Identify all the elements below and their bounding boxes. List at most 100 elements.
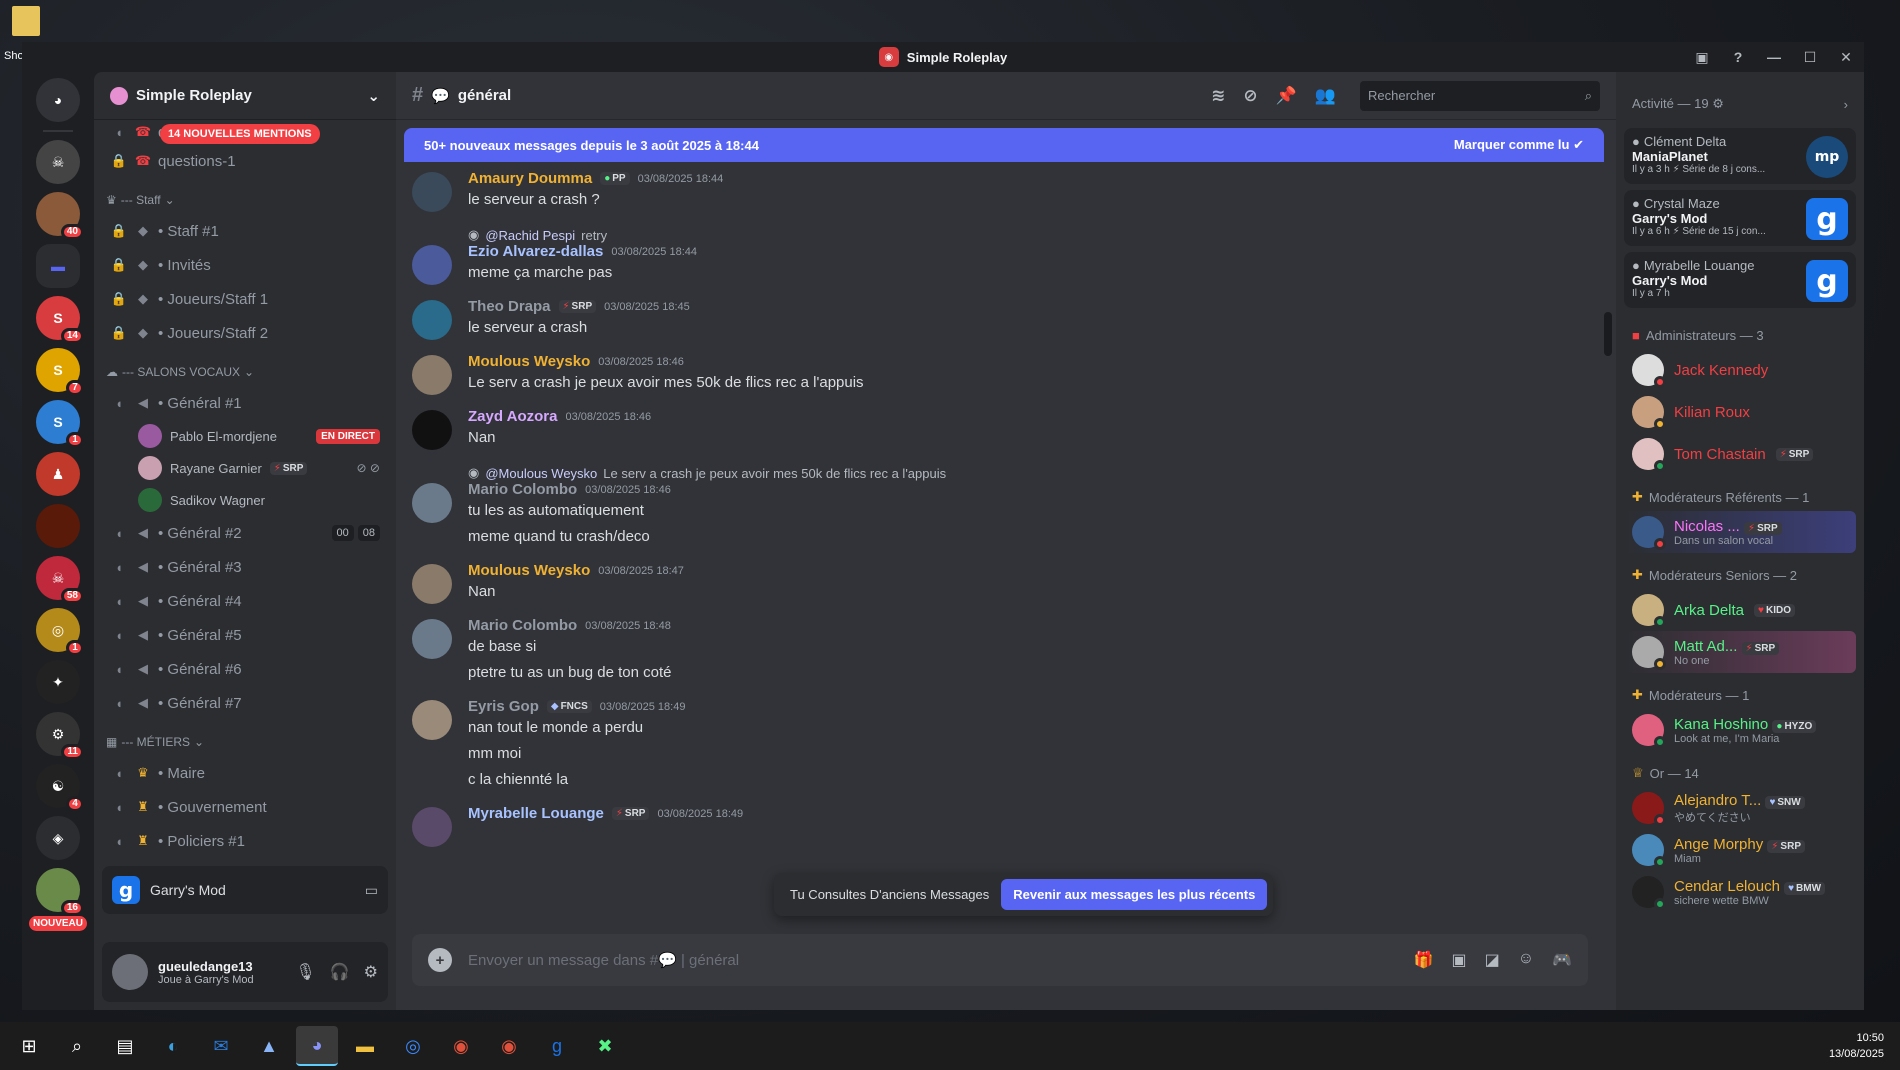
settings-gear-icon[interactable]: ⚙ — [364, 962, 378, 982]
channel-item[interactable]: 🔒 ◆ • Joueurs/Staff 1 — [102, 282, 388, 316]
chat-scrollbar[interactable] — [1604, 312, 1612, 356]
avatar[interactable] — [112, 954, 148, 990]
reply-mention[interactable]: @Rachid Pespi — [485, 228, 575, 243]
avatar[interactable] — [412, 807, 452, 847]
avatar[interactable] — [412, 483, 452, 523]
gift-icon[interactable]: 🎁 — [1414, 950, 1434, 970]
voice-channel-item[interactable]: ◖ ◀ • Général #3 — [102, 550, 388, 584]
member-item[interactable]: Alejandro T... ♥ SNW やめてください — [1616, 787, 1864, 829]
server-icon[interactable]: ✦ — [36, 660, 80, 704]
message[interactable]: Mario Colombo 03/08/2025 18:46 tu les as … — [412, 481, 1604, 556]
gear-icon[interactable]: ⚙ — [1712, 96, 1724, 111]
server-icon-simple-roleplay[interactable]: S 14 — [36, 296, 84, 344]
message[interactable]: Myrabelle Louange ⚡ SRP 03/08/2025 18:49 — [412, 799, 1604, 853]
app-icon[interactable]: ▲ — [248, 1026, 290, 1066]
avatar[interactable] — [412, 619, 452, 659]
activity-card[interactable]: ● Myrabelle Louange Garry's Mod Il y a 7 … — [1624, 252, 1856, 308]
gamepad-icon[interactable]: 🎮 — [1552, 950, 1572, 970]
member-item[interactable]: Ange Morphy ⚡ SRP Miam — [1616, 829, 1864, 871]
server-icon[interactable]: ◈ — [36, 816, 80, 860]
message-author[interactable]: Zayd Aozora — [468, 408, 557, 425]
outlook-icon[interactable]: ✉ — [200, 1026, 242, 1066]
avatar[interactable] — [412, 300, 452, 340]
channel-item[interactable]: 🔒 ☎ questions-1 — [102, 144, 388, 178]
member-item[interactable]: Cendar Lelouch ♥ BMW sichere wette BMW — [1616, 871, 1864, 913]
message-author[interactable]: Myrabelle Louange — [468, 805, 604, 822]
member-item[interactable]: Tom Chastain ⚡ SRP — [1616, 433, 1864, 475]
message-author[interactable]: Moulous Weysko — [468, 562, 590, 579]
message[interactable]: Ezio Alvarez-dallas 03/08/2025 18:44 meme… — [412, 243, 1604, 292]
mark-as-read-button[interactable]: Marquer comme lu ✔ — [1454, 137, 1584, 153]
maximize-button[interactable]: ☐ — [1792, 49, 1828, 66]
voice-channel-item[interactable]: ◖ ◀ • Général #5 — [102, 618, 388, 652]
message-author[interactable]: Ezio Alvarez-dallas — [468, 243, 603, 260]
voice-user[interactable]: Pablo El-mordjene EN DIRECT — [102, 420, 388, 452]
message[interactable]: Moulous Weysko 03/08/2025 18:47 Nan — [412, 556, 1604, 611]
server-header[interactable]: Simple Roleplay ⌄ — [94, 72, 396, 120]
voice-channel-item[interactable]: ◖ ♜ • Policiers #1 — [102, 824, 388, 850]
current-activity[interactable]: g Garry's Mod ▭ — [102, 866, 388, 914]
category-staff[interactable]: ♛ --- Staff ⌄ — [102, 186, 388, 214]
message[interactable]: Theo Drapa ⚡ SRP 03/08/2025 18:45 le serveu… — [412, 292, 1604, 347]
server-icon[interactable]: 16 — [36, 868, 84, 916]
channel-item[interactable]: 🔒 ◆ • Invités — [102, 248, 388, 282]
gif-icon[interactable]: ▣ — [1451, 950, 1466, 970]
message-author[interactable]: Eyris Gop — [468, 698, 539, 715]
new-servers-pill[interactable]: NOUVEAU — [28, 916, 87, 931]
new-messages-banner[interactable]: 50+ nouveaux messages depuis le 3 août 2… — [404, 128, 1604, 162]
folder-icon[interactable]: ▬ — [36, 244, 80, 288]
message-author[interactable]: Amaury Doumma — [468, 170, 592, 187]
xbox-icon[interactable]: ✖ — [584, 1026, 626, 1066]
server-icon[interactable]: ◎ 1 — [36, 608, 84, 656]
reply-reference[interactable]: ◉ @Moulous Weysko Le serv a crash je peux … — [468, 457, 1604, 481]
member-item[interactable]: Jack Kennedy — [1616, 349, 1864, 391]
emoji-icon[interactable]: ☺ — [1518, 950, 1534, 970]
message-composer[interactable]: + Envoyer un message dans #💬 | général 🎁… — [412, 934, 1588, 986]
minimize-button[interactable]: — — [1756, 49, 1792, 65]
voice-user[interactable]: Rayane Garnier ⚡ SRP ⊘ ⊘ — [102, 452, 388, 484]
member-item[interactable]: Nicolas ... ⚡ SRP Dans un salon vocal — [1624, 511, 1856, 553]
microphone-icon[interactable]: 🎙 — [295, 962, 315, 982]
message[interactable]: Mario Colombo 03/08/2025 18:48 de base si… — [412, 611, 1604, 692]
clock[interactable]: 10:50 13/08/2025 — [1829, 1030, 1892, 1062]
server-icon[interactable]: ☠ 58 — [36, 556, 84, 604]
reply-reference[interactable]: ◉ @Rachid Pespi retry — [468, 219, 1604, 243]
file-explorer-icon[interactable]: ▬ — [344, 1026, 386, 1066]
voice-user[interactable]: Sadikov Wagner — [102, 484, 388, 516]
inbox-icon[interactable]: ▣ — [1684, 49, 1720, 66]
activity-card[interactable]: ● Clément Delta ManiaPlanet Il y a 3 h ⚡ … — [1624, 128, 1856, 184]
edge-browser-icon[interactable]: ◐ — [152, 1026, 194, 1066]
avatar[interactable] — [412, 410, 452, 450]
server-icon[interactable]: ☯ 4 — [36, 764, 84, 812]
message-author[interactable]: Mario Colombo — [468, 617, 577, 634]
search-icon[interactable]: ⌕ — [56, 1026, 98, 1066]
server-icon[interactable] — [36, 504, 80, 548]
message[interactable]: Amaury Doumma ● PP 03/08/2025 18:44 le serv… — [412, 164, 1604, 219]
message-author[interactable]: Mario Colombo — [468, 481, 577, 498]
voice-channel-item[interactable]: ◖ ◀ • Général #4 — [102, 584, 388, 618]
close-button[interactable]: ✕ — [1828, 49, 1864, 66]
server-icon[interactable]: 40 — [36, 192, 84, 240]
voice-channel-item[interactable]: ◖ ◀ • Général #2 00 08 — [102, 516, 388, 550]
message-author[interactable]: Theo Drapa — [468, 298, 551, 315]
member-item[interactable]: Kana Hoshino ● HYZO Look at me, I'm Maria — [1616, 709, 1864, 751]
chrome-icon[interactable]: ◉ — [440, 1026, 482, 1066]
screen-share-icon[interactable]: ▭ — [365, 882, 378, 899]
category-voice[interactable]: ☁ --- SALONS VOCAUX ⌄ — [102, 358, 388, 386]
server-icon[interactable]: ♟ — [36, 452, 80, 496]
message-author[interactable]: Moulous Weysko — [468, 353, 590, 370]
task-view-icon[interactable]: ▤ — [104, 1026, 146, 1066]
member-list-icon[interactable]: 👥 — [1315, 86, 1336, 106]
category-jobs[interactable]: ▦ --- MÉTIERS ⌄ — [102, 728, 388, 756]
avatar[interactable] — [412, 172, 452, 212]
reply-mention[interactable]: @Moulous Weysko — [485, 466, 597, 481]
help-icon[interactable]: ? — [1720, 49, 1756, 65]
message[interactable]: Zayd Aozora 03/08/2025 18:46 Nan — [412, 402, 1604, 457]
channel-item[interactable]: 🔒 ◆ • Staff #1 — [102, 214, 388, 248]
chevron-down-icon[interactable]: ⌄ — [367, 87, 380, 105]
app-icon[interactable]: ◎ — [392, 1026, 434, 1066]
headphones-icon[interactable]: 🎧 — [330, 962, 350, 982]
voice-channel-item[interactable]: ◖ ◀ • Général #1 — [102, 386, 388, 420]
discord-icon[interactable]: ◕ — [296, 1026, 338, 1066]
windows-start-icon[interactable]: ⊞ — [8, 1026, 50, 1066]
